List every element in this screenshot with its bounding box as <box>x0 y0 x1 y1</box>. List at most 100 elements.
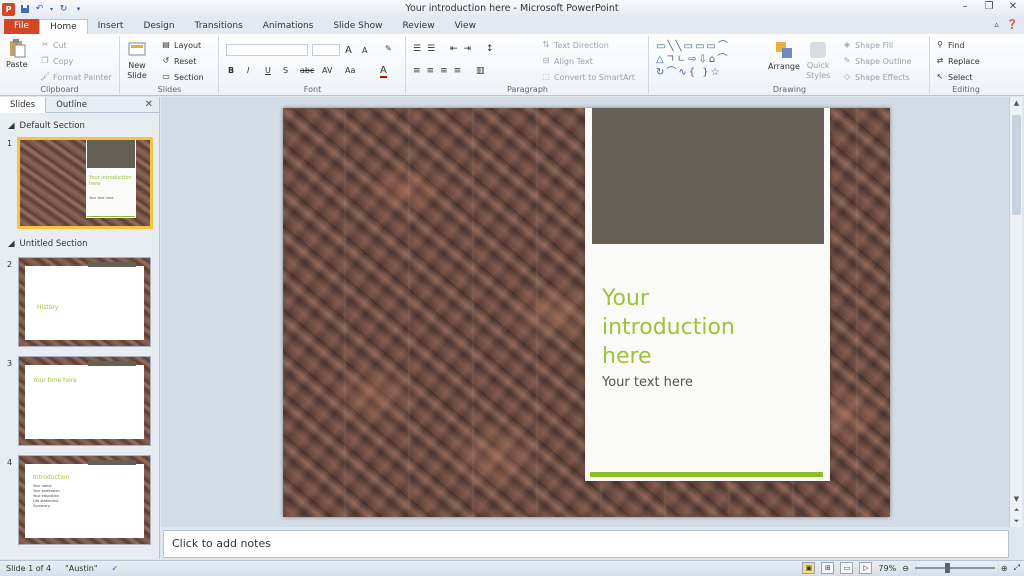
slide-sorter-icon[interactable]: ⊞ <box>821 562 835 574</box>
fit-slide-icon[interactable]: ⤢ <box>1014 563 1020 573</box>
shape-outline-button[interactable]: ✎ Shape Outline <box>842 56 912 66</box>
slide-number: 2 <box>7 260 13 269</box>
tab-file[interactable]: File <box>4 19 40 34</box>
collapse-arrow-icon: ◢ <box>8 120 15 131</box>
spellcheck-icon[interactable]: ✓ <box>112 564 119 573</box>
next-slide-icon[interactable]: ⏷ <box>1010 517 1023 526</box>
slide-thumbnail-4[interactable]: Introduction Your name Your profession Y… <box>18 455 151 545</box>
window-title: Your introduction here - Microsoft Power… <box>405 3 619 14</box>
bold-button[interactable]: B <box>228 66 234 75</box>
tab-outline[interactable]: Outline <box>46 97 97 113</box>
thumb-bar <box>87 216 135 217</box>
slide-info: Slide 1 of 4 <box>6 564 52 573</box>
slide-thumbnail-2[interactable]: History <box>18 257 151 347</box>
zoom-out-icon[interactable]: ⊖ <box>902 564 909 573</box>
binoculars-icon: ⚲ <box>937 40 943 49</box>
paragraph-label: Paragraph <box>507 85 548 94</box>
find-button[interactable]: ⚲ Find <box>935 40 964 50</box>
redo-icon[interactable]: ↻ <box>58 4 69 15</box>
tab-transitions[interactable]: Transitions <box>185 19 253 34</box>
strikethrough-button[interactable]: abc <box>300 66 314 75</box>
cut-button[interactable]: ✂ Cut <box>40 40 67 50</box>
drawing-label: Drawing <box>772 85 807 94</box>
paste-button[interactable]: Paste <box>6 38 28 69</box>
scroll-thumb[interactable] <box>1012 115 1021 215</box>
slide-subtitle[interactable]: Your text here <box>602 375 693 390</box>
replace-button[interactable]: ⇄ Replace <box>935 56 980 66</box>
underline-button[interactable]: U <box>265 66 271 75</box>
zoom-slider-knob[interactable] <box>944 563 950 573</box>
tab-review[interactable]: Review <box>392 19 444 34</box>
undo-icon[interactable]: ↶ <box>34 4 45 15</box>
shrink-font-button[interactable]: A <box>362 46 367 55</box>
help-icon[interactable]: ❓ <box>1007 20 1018 30</box>
slides-pane: Slides Outline ✕ ◢ Default Section 1 You… <box>0 96 160 559</box>
shapes-gallery[interactable]: ▭╲╲▭▭▭⌒ △ㄱㄴ⇨⇩⌂⌒ ↻⌒∿{ }☆ <box>656 40 760 80</box>
zoom-level[interactable]: 79% <box>878 564 896 573</box>
ribbon-right-controls: ▵ ❓ <box>994 20 1018 30</box>
notes-pane[interactable]: Click to add notes <box>163 530 1009 558</box>
restore-icon[interactable]: ❐ <box>982 1 996 12</box>
reset-button[interactable]: ↺ Reset <box>161 56 197 66</box>
quick-styles-button[interactable]: Quick Styles <box>806 40 830 80</box>
cursor-icon: ↖ <box>936 72 944 81</box>
customize-toolbar-icon[interactable]: ▾ <box>73 4 84 15</box>
copy-button[interactable]: ❐ Copy <box>40 56 73 66</box>
alignment-buttons[interactable]: ≡≡≡≡ ▥ <box>413 66 491 76</box>
scroll-down-icon[interactable]: ▼ <box>1010 495 1023 503</box>
current-slide[interactable]: Your introduction here Your text here <box>283 108 890 517</box>
thumb-accent <box>88 460 136 465</box>
shadow-button[interactable]: S <box>283 66 288 75</box>
arrange-button[interactable]: Arrange <box>768 40 800 71</box>
font-size-dropdown[interactable] <box>312 44 340 56</box>
select-button[interactable]: ↖ Select <box>935 72 973 82</box>
font-color-button[interactable]: A <box>380 65 387 78</box>
shape-effects-button[interactable]: ◇ Shape Effects <box>842 72 910 82</box>
slide-thumbnail-3[interactable]: Your time here <box>18 356 151 446</box>
zoom-in-icon[interactable]: ⊕ <box>1001 564 1008 573</box>
minimize-icon[interactable]: – <box>958 1 972 12</box>
change-case-button[interactable]: Aa <box>345 66 355 75</box>
bullets-numbering-buttons[interactable]: ☰☰ ⇤⇥ ↕ <box>413 44 499 54</box>
italic-button[interactable]: I <box>247 66 249 75</box>
character-spacing-button[interactable]: AV <box>322 66 332 75</box>
clear-formatting-icon[interactable]: ✎ <box>385 44 392 53</box>
convert-smartart-button[interactable]: ⬚ Convert to SmartArt <box>541 72 635 82</box>
section-default[interactable]: ◢ Default Section <box>0 119 158 132</box>
scroll-up-icon[interactable]: ▲ <box>1010 99 1023 107</box>
paragraph-group: ☰☰ ⇤⇥ ↕ ≡≡≡≡ ▥ ⇅ Text Direction ⊟ Align Te… <box>407 36 649 94</box>
shape-fill-button[interactable]: ◈ Shape Fill <box>842 40 893 50</box>
previous-slide-icon[interactable]: ⏶ <box>1010 506 1023 515</box>
vertical-scrollbar[interactable]: ▲ ▼ ⏶ ⏷ <box>1009 97 1022 527</box>
align-text-button[interactable]: ⊟ Align Text <box>541 56 593 66</box>
slideshow-view-icon[interactable]: ▷ <box>859 562 873 574</box>
tab-slides[interactable]: Slides <box>0 96 47 113</box>
normal-view-icon[interactable]: ▣ <box>802 562 816 574</box>
slide-title[interactable]: Your introduction here <box>602 284 822 371</box>
grow-font-button[interactable]: A <box>345 45 352 56</box>
thumb-content: History <box>25 262 144 340</box>
new-slide-button[interactable]: New Slide <box>127 40 147 80</box>
section-button[interactable]: ▭ Section <box>161 72 204 82</box>
tab-design[interactable]: Design <box>133 19 184 34</box>
slide-thumbnail-1[interactable]: Your introduction here Your text here <box>17 137 153 229</box>
close-pane-icon[interactable]: ✕ <box>145 99 153 110</box>
close-icon[interactable]: ✕ <box>1006 1 1020 12</box>
reading-view-icon[interactable]: ▭ <box>840 562 854 574</box>
undo-dropdown-icon[interactable]: ▾ <box>49 4 54 15</box>
format-painter-button[interactable]: 🖌 Format Painter <box>40 72 112 82</box>
text-direction-button[interactable]: ⇅ Text Direction <box>541 40 609 50</box>
powerpoint-logo-icon[interactable]: P <box>2 2 15 16</box>
tab-home[interactable]: Home <box>39 19 88 34</box>
theme-name[interactable]: "Austin" <box>65 564 98 573</box>
tab-animations[interactable]: Animations <box>253 19 324 34</box>
font-family-dropdown[interactable] <box>226 44 308 56</box>
layout-button[interactable]: ▤ Layout <box>161 40 201 50</box>
zoom-slider[interactable] <box>914 563 995 573</box>
section-untitled[interactable]: ◢ Untitled Section <box>0 237 158 250</box>
tab-insert[interactable]: Insert <box>88 19 134 34</box>
minimize-ribbon-icon[interactable]: ▵ <box>994 20 999 30</box>
save-icon[interactable] <box>19 4 30 15</box>
tab-slide-show[interactable]: Slide Show <box>323 19 392 34</box>
tab-view[interactable]: View <box>445 19 486 34</box>
